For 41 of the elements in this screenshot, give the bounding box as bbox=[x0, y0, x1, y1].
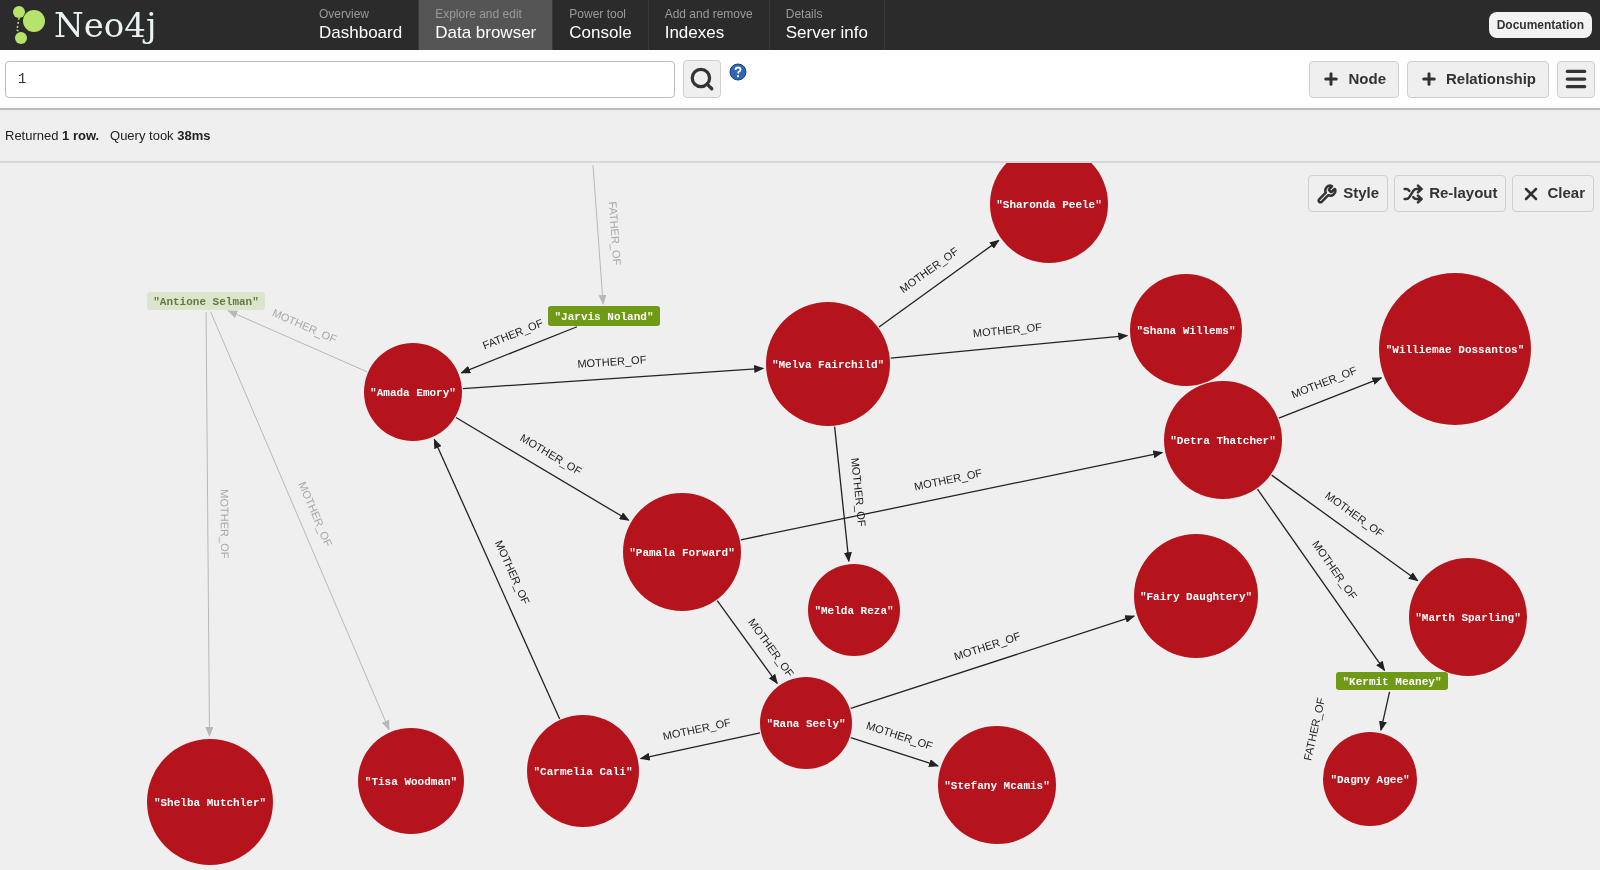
plus-icon bbox=[1420, 70, 1438, 88]
graph-node[interactable]: "Rana Seely" bbox=[760, 677, 852, 769]
wrench-icon bbox=[1317, 183, 1338, 204]
graph-node[interactable]: "Carmelia Cali" bbox=[527, 715, 639, 827]
add-button[interactable]: Node bbox=[1309, 60, 1399, 98]
menu-button[interactable] bbox=[1557, 60, 1595, 98]
graph-node[interactable]: "Williemae Dossantos" bbox=[1379, 273, 1531, 425]
relationship-label: MOTHER_OF bbox=[849, 457, 869, 528]
search-icon bbox=[689, 66, 715, 92]
logo-text: Neo4j bbox=[54, 8, 157, 42]
graph-tool-button[interactable]: Clear bbox=[1512, 175, 1594, 212]
documentation-button[interactable]: Documentation bbox=[1488, 12, 1592, 38]
graph-node[interactable]: "Detra Thatcher" bbox=[1164, 381, 1282, 499]
plus-icon bbox=[1322, 70, 1341, 88]
graph-tool-button[interactable]: Style bbox=[1308, 175, 1389, 212]
graph-node[interactable]: "Stefany Mcamis" bbox=[938, 726, 1056, 844]
help-icon[interactable] bbox=[729, 63, 747, 81]
search-button[interactable] bbox=[683, 60, 721, 98]
graph-node[interactable]: "Amada Emory" bbox=[364, 343, 462, 441]
graph-node[interactable]: "Dagny Agee" bbox=[1323, 732, 1417, 826]
graph-node[interactable]: "Antione Selman" bbox=[147, 292, 265, 310]
graph-node[interactable]: "Melva Fairchild" bbox=[766, 302, 890, 426]
graph-node[interactable]: "Shana Willems" bbox=[1130, 274, 1242, 386]
graph-node[interactable]: "Melda Reza" bbox=[808, 564, 900, 656]
graph-node[interactable]: "Shelba Mutchler" bbox=[147, 739, 273, 865]
relationship-label: FATHER_OF bbox=[606, 200, 624, 266]
graph-node[interactable]: "Marth Sparling" bbox=[1409, 558, 1527, 676]
relationship-label: MOTHER_OF bbox=[218, 489, 232, 559]
add-button[interactable]: Relationship bbox=[1407, 60, 1549, 98]
graph-node[interactable]: "Fairy Daughtery" bbox=[1134, 534, 1258, 658]
logo-icon bbox=[12, 5, 46, 45]
relationship-label: MOTHER_OF bbox=[972, 320, 1043, 340]
graph-tool-button[interactable]: Re-layout bbox=[1394, 175, 1507, 212]
shuffle-icon bbox=[1403, 183, 1424, 204]
nav-tab[interactable]: Explore and edit Data browser bbox=[419, 0, 554, 50]
graph-node[interactable]: "Tisa Woodman" bbox=[358, 728, 464, 834]
query-status: Returned 1 row. Query took 38ms bbox=[5, 126, 211, 145]
query-field[interactable]: 1 bbox=[5, 60, 675, 98]
graph-node[interactable]: "Pamala Forward" bbox=[623, 493, 741, 611]
relationship-label: MOTHER_OF bbox=[577, 353, 647, 370]
graph-node[interactable]: "Sharonda Peele" bbox=[990, 163, 1108, 263]
